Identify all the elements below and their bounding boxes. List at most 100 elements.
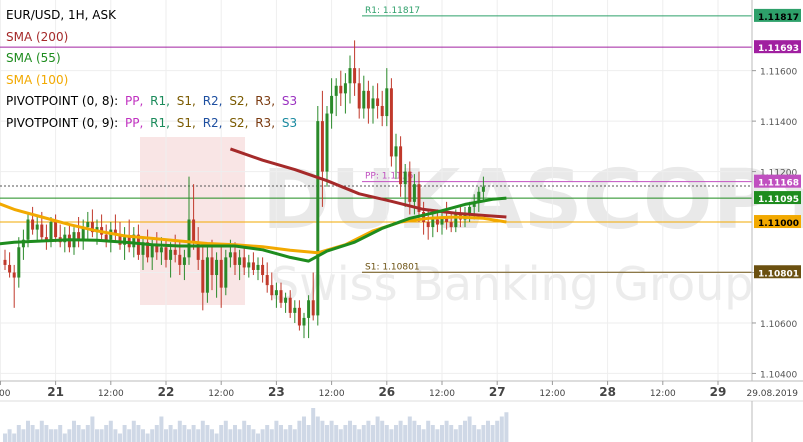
legend-pivot-9[interactable]: PIVOTPOINT (0, 9): PP, R1, S1, R2, S2, R… [6, 113, 297, 135]
volume-bar [173, 429, 178, 442]
volume-bar [3, 433, 7, 442]
candle-body [334, 85, 338, 96]
x-tick-label: 12:00 [319, 389, 345, 399]
volume-bar [118, 433, 122, 442]
volume-bar [108, 420, 113, 442]
legend-sma-100[interactable]: SMA (100) [6, 70, 297, 92]
volume-bar [279, 425, 283, 442]
candle-body [376, 98, 380, 106]
candle-body [403, 171, 407, 185]
candle [389, 78, 393, 167]
volume-bar [302, 416, 306, 442]
x-tick-label: 22 [158, 385, 175, 399]
y-tick-label: 1.11600 [760, 68, 797, 78]
volume-bar [481, 425, 486, 442]
candle-body [426, 222, 430, 228]
volume-bar [343, 425, 348, 442]
candle-body [201, 259, 205, 293]
volume-bar [334, 425, 339, 442]
legend-sma-200-text: SMA (200) [6, 29, 69, 44]
legend-pivot-8-r1: R1, [150, 94, 170, 108]
candle-body [164, 247, 168, 260]
volume-bar [85, 425, 90, 442]
candle-body [284, 297, 288, 303]
level-label-s1: S1: 1.10801 [365, 262, 420, 272]
x-tick-label: 12:00 [208, 389, 234, 399]
candle-body [357, 83, 361, 109]
candle-body [219, 259, 223, 288]
legend-sma-55[interactable]: SMA (55) [6, 48, 297, 70]
candle-body [150, 244, 154, 258]
volume-bar [150, 429, 155, 442]
volume-bar [81, 429, 86, 442]
candle-body [169, 249, 173, 260]
legend-sma-100-text: SMA (100) [6, 72, 69, 87]
x-tick-label: 21 [47, 385, 64, 399]
candle-body [31, 219, 35, 230]
candle-body [228, 252, 232, 258]
candle-body [159, 247, 163, 253]
candle-body [362, 90, 366, 109]
candle-body [316, 121, 320, 316]
volume-bar [361, 425, 366, 442]
volume-bar [256, 433, 260, 442]
volume-bar [357, 429, 362, 442]
candle-body [86, 222, 90, 228]
legend-symbol: EUR/USD, 1H, ASK [6, 5, 297, 27]
volume-bar [403, 425, 408, 442]
candle-body [178, 254, 182, 265]
volume-bar [113, 429, 118, 442]
candle-body [297, 307, 301, 326]
legend-pivot-9-text: PIVOTPOINT (0, 9): [6, 115, 119, 130]
candle-body [8, 264, 12, 273]
candle-body [26, 219, 30, 240]
volume-bar [371, 425, 375, 442]
x-tick-label: 2:00 [0, 389, 11, 399]
candle-body [348, 68, 352, 84]
candle-body [251, 262, 255, 270]
legend-pivot-9-pp: PP, [125, 115, 144, 130]
volume-bar [504, 412, 509, 442]
y-tick-label: 1.10600 [760, 320, 797, 330]
candle-body [307, 300, 311, 318]
level-badge-text: 1.11168 [758, 179, 799, 189]
volume-bar [168, 425, 173, 442]
candle-body [481, 186, 485, 192]
volume-bar [435, 429, 440, 442]
volume-bar [182, 425, 187, 442]
volume-bar [49, 429, 53, 442]
candle-body [399, 146, 403, 185]
volume-bar [426, 420, 431, 442]
candle-body [247, 262, 251, 268]
volume-bar [127, 429, 132, 442]
candle-body [302, 317, 306, 326]
candle-body [256, 264, 260, 270]
y-tick-label: 1.11400 [760, 118, 797, 128]
legend-sma-200[interactable]: SMA (200) [6, 27, 297, 49]
level-badge-text: 1.11693 [758, 44, 799, 54]
volume-bar [490, 425, 495, 442]
volume-bar [35, 429, 40, 442]
volume-bar [486, 420, 490, 442]
volume-bar [99, 429, 104, 442]
x-tick-label: 12:00 [650, 389, 676, 399]
candle-body [274, 290, 278, 296]
volume-bar [458, 425, 463, 442]
x-tick-label: 12:00 [429, 389, 455, 399]
volume-bar [384, 425, 389, 442]
candle-body [54, 222, 58, 238]
volume-bar [320, 420, 325, 442]
volume-bar [26, 420, 30, 442]
volume-bar [228, 429, 233, 442]
volume-bar [421, 429, 426, 442]
volume-bar [191, 425, 196, 442]
volume-bar [394, 425, 398, 442]
legend-pivot-8-s1: S1, [176, 94, 196, 108]
x-tick-label: 12:00 [539, 389, 565, 399]
candle-body [215, 259, 219, 276]
candle-body [385, 88, 389, 117]
volume-bar [499, 416, 504, 442]
legend-pivot-8[interactable]: PIVOTPOINT (0, 8): PP, R1, S1, R2, S2, R… [6, 91, 297, 113]
volume-bar [67, 429, 72, 442]
volume-bar [12, 433, 17, 442]
